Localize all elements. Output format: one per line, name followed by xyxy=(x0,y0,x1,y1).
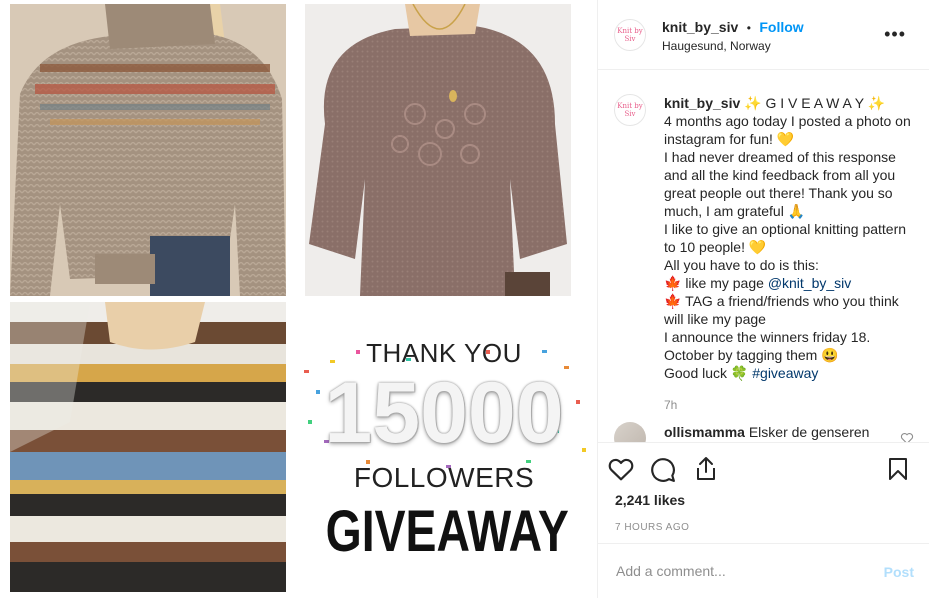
comment-text: Elsker de genseren xyxy=(748,424,870,440)
caption-line-6: 🍁 TAG a friend/friends who you think wil… xyxy=(664,293,899,327)
caption-line-4: All you have to do is this: xyxy=(664,257,819,273)
mention-link[interactable]: @knit_by_siv xyxy=(768,275,851,291)
add-comment-bar: Post xyxy=(598,543,929,598)
heart-icon[interactable] xyxy=(608,457,634,481)
comment-input[interactable] xyxy=(614,560,868,582)
caption-line-5: 🍁 like my page xyxy=(664,275,768,291)
share-icon[interactable] xyxy=(694,456,718,482)
caption: knit_by_siv ✨ G I V E A W A Y ✨ 4 months… xyxy=(664,94,916,382)
likes-count[interactable]: 2,241 likes xyxy=(615,492,685,508)
banner-giveaway: GIVEAWAY xyxy=(325,499,569,564)
post-media[interactable]: THANK YOU 15000 FOLLOWERS GIVEAWAY xyxy=(0,0,597,598)
caption-line-3: I like to give an optional knitting patt… xyxy=(664,221,907,255)
post-button[interactable]: Post xyxy=(884,564,914,580)
location-link[interactable]: Haugesund, Norway xyxy=(662,39,771,53)
more-options-icon[interactable]: ••• xyxy=(884,24,906,45)
avatar[interactable]: Knit by Siv xyxy=(614,19,646,51)
bookmark-icon[interactable] xyxy=(888,457,908,481)
caption-line-8: Good luck 🍀 xyxy=(664,365,753,381)
knit-sweater-fairisle-yoke-icon xyxy=(10,4,286,296)
follow-button[interactable]: Follow xyxy=(759,19,803,35)
post-header: Knit by Siv knit_by_siv • Follow Haugesu… xyxy=(598,0,929,70)
caption-time[interactable]: 7h xyxy=(664,398,677,412)
caption-avatar[interactable]: Knit by Siv xyxy=(614,94,646,126)
comment-icon[interactable] xyxy=(650,457,676,483)
caption-username[interactable]: knit_by_siv xyxy=(664,95,740,111)
banner-number: 15000 xyxy=(324,365,564,461)
sweater-photo-2 xyxy=(305,4,571,296)
header-line: knit_by_siv • Follow xyxy=(662,19,804,37)
commenter-avatar[interactable] xyxy=(614,422,646,442)
comment-like-icon[interactable] xyxy=(900,432,914,442)
caption-line-1: 4 months ago today I posted a photo on i… xyxy=(664,113,911,147)
avatar-text: Knit by Siv xyxy=(617,27,643,43)
comment-row: ollismamma Elsker de genseren xyxy=(614,422,914,442)
separator-dot: • xyxy=(746,21,751,35)
post-sidebar: Knit by Siv knit_by_siv • Follow Haugesu… xyxy=(597,0,929,598)
avatar-text: Knit by Siv xyxy=(617,102,643,118)
caption-line-7: I announce the winners friday 18. Octobe… xyxy=(664,329,871,363)
hashtag-link[interactable]: #giveaway xyxy=(752,365,818,381)
sweater-photo-1 xyxy=(10,4,286,296)
commenter-username[interactable]: ollismamma xyxy=(664,424,745,440)
sweater-photo-3 xyxy=(10,302,286,592)
caption-line-2: I had never dreamed of this response and… xyxy=(664,149,896,219)
caption-title: ✨ G I V E A W A Y ✨ xyxy=(744,95,886,111)
knit-sweater-striped-icon xyxy=(10,302,286,592)
banner-followers: FOLLOWERS xyxy=(353,462,535,493)
username-link[interactable]: knit_by_siv xyxy=(662,19,738,35)
post-timestamp[interactable]: 7 HOURS AGO xyxy=(615,522,689,533)
knit-sweater-floral-embroidered-icon xyxy=(305,4,571,296)
